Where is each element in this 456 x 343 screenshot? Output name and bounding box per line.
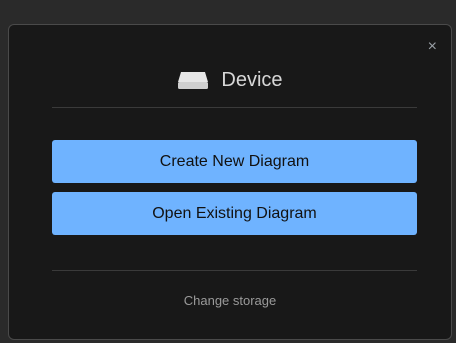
- open-existing-diagram-button[interactable]: Open Existing Diagram: [52, 192, 417, 235]
- create-new-diagram-button[interactable]: Create New Diagram: [52, 140, 417, 183]
- hard-drive-icon: [177, 70, 209, 90]
- footer-divider: [52, 270, 417, 271]
- change-storage-link[interactable]: Change storage: [9, 293, 451, 308]
- dialog-title: Device: [221, 68, 283, 91]
- close-icon[interactable]: ×: [428, 39, 437, 55]
- header-divider: [52, 107, 417, 108]
- storage-dialog: × Device Create New Diagram Open Existin…: [8, 24, 452, 340]
- dialog-header: Device: [9, 65, 451, 95]
